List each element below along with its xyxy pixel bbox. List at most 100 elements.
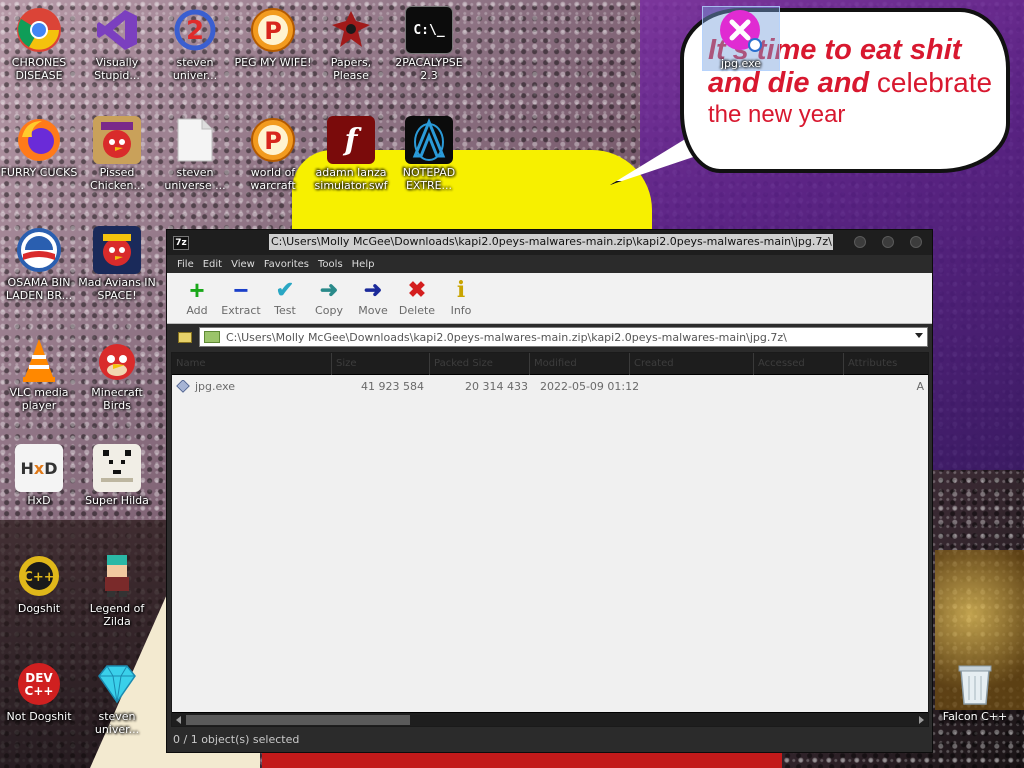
desktop-icon-2pacalypse[interactable]: C:\_ 2PACALYPSE 2.3 — [390, 6, 468, 82]
desktop-icon-label: Minecraft Birds — [91, 386, 143, 412]
delete-button[interactable]: ✖ Delete — [395, 277, 439, 318]
desktop-icon-dogshit[interactable]: C++ Dogshit — [0, 552, 78, 615]
column-attributes[interactable]: Attributes — [844, 353, 928, 375]
desktop-icon-papers-please[interactable]: Papers, Please — [312, 6, 390, 82]
pixel-cat-icon — [93, 444, 141, 492]
desktop-icon-minecraft-birds[interactable]: Minecraft Birds — [78, 336, 156, 412]
angry-birds-space-icon — [93, 226, 141, 274]
blank-file-icon — [171, 116, 219, 164]
maximize-button[interactable] — [882, 236, 894, 248]
column-size[interactable]: Size — [332, 353, 430, 375]
test-icon: ✔ — [275, 277, 295, 302]
desktop-icon-jpg-exe[interactable]: jpg.exe — [702, 6, 780, 71]
folder-up-button[interactable] — [171, 327, 199, 347]
desktop-icon-label: adamn lanza simulator.swf — [314, 166, 388, 192]
desktop-icon-world-of-warcraft[interactable]: P world of warcraft — [234, 116, 312, 192]
menu-favorites[interactable]: Favorites — [264, 259, 318, 270]
desktop-icon-visually-stupid[interactable]: Visually Stupid... — [78, 6, 156, 82]
table-row[interactable]: jpg.exe 41 923 584 20 314 433 2022-05-09… — [172, 377, 928, 395]
close-button[interactable] — [910, 236, 922, 248]
menu-help[interactable]: Help — [352, 259, 384, 270]
dev-cpp-icon: DEV C++ — [15, 660, 63, 708]
file-name: jpg.exe — [195, 379, 236, 393]
desktop-icon-osama[interactable]: OSAMA BIN LADEN BR... — [0, 226, 78, 302]
column-name[interactable]: Name — [172, 353, 332, 375]
info-button[interactable]: i Info — [439, 278, 483, 317]
column-created[interactable]: Created — [630, 353, 754, 375]
desktop-icon-label: PEG MY WIFE! — [234, 56, 312, 69]
desktop-icon-label: CHRONES DISEASE — [11, 56, 67, 82]
title-bar[interactable]: 7z C:\Users\Molly McGee\Downloads\kapi2.… — [167, 230, 932, 255]
move-label: Move — [358, 304, 388, 317]
desktop-icon-legend-of-zilda[interactable]: Legend of Zilda — [78, 552, 156, 628]
terminal-icon: C:\_ — [405, 6, 453, 54]
horizontal-scrollbar[interactable] — [172, 712, 928, 726]
desktop-icon-notepad-extreme[interactable]: NOTEPAD EXTRE... — [390, 116, 468, 192]
copy-button[interactable]: ➜ Copy — [307, 278, 351, 318]
desktop-icon-label: Mad Avians IN SPACE! — [78, 276, 156, 302]
desktop-icon-label: Pissed Chicken... — [90, 166, 144, 192]
sevenzip-window: 7z C:\Users\Molly McGee\Downloads\kapi2.… — [166, 229, 933, 753]
menu-edit[interactable]: Edit — [203, 259, 231, 270]
desktop-icon-peg-my-wife[interactable]: P PEG MY WIFE! — [234, 6, 312, 69]
desktop-icon-label: FURRY CUCKS — [0, 166, 78, 179]
desktop-icon-chrones-disease[interactable]: CHRONES DISEASE — [0, 6, 78, 82]
column-packed-size[interactable]: Packed Size — [430, 353, 530, 375]
minimize-button[interactable] — [854, 236, 866, 248]
delete-icon: ✖ — [407, 277, 427, 302]
address-field[interactable]: C:\Users\Molly McGee\Downloads\kapi2.0pe… — [199, 327, 928, 347]
firefox-icon — [15, 116, 63, 164]
error-x-icon — [717, 7, 765, 55]
desktop-icon-label: HxD — [27, 494, 51, 507]
scroll-right-icon[interactable] — [919, 716, 924, 724]
desktop-icon-not-dogshit[interactable]: DEV C++ Not Dogshit — [0, 660, 78, 723]
extract-label: Extract — [221, 304, 261, 317]
desktop-icon-label: world of warcraft — [250, 166, 296, 192]
app-icon: 7z — [173, 235, 189, 250]
chevron-down-icon[interactable] — [915, 333, 923, 338]
add-button[interactable]: + Add — [175, 275, 219, 317]
svg-text:C++: C++ — [23, 570, 54, 585]
scroll-left-icon[interactable] — [176, 716, 181, 724]
svg-text:P: P — [264, 127, 282, 155]
window-title: C:\Users\Molly McGee\Downloads\kapi2.0pe… — [269, 234, 833, 250]
desktop-icon-super-hilda[interactable]: Super Hilda — [78, 444, 156, 507]
desktop-icon-steven-universe-1[interactable]: 2 steven univer... — [156, 6, 234, 82]
file-modified: 2022-05-09 01:12 — [540, 379, 640, 393]
test-button[interactable]: ✔ Test — [263, 277, 307, 318]
column-accessed[interactable]: Accessed — [754, 353, 844, 375]
desktop-icon-label: steven univer... — [172, 56, 218, 82]
menu-file[interactable]: File — [177, 259, 203, 270]
visual-studio-icon — [93, 6, 141, 54]
desktop-icon-pissed-chicken[interactable]: Pissed Chicken... — [78, 116, 156, 192]
angry-birds-seasons-icon — [93, 116, 141, 164]
desktop-icon-vlc[interactable]: VLC media player — [0, 336, 78, 412]
menu-tools[interactable]: Tools — [318, 259, 352, 270]
desktop-icon-steven-universe-2[interactable]: steven universe ... — [156, 116, 234, 192]
list-header: Name Size Packed Size Modified Created A… — [172, 353, 928, 375]
flash-icon: f — [327, 116, 375, 164]
scrollbar-thumb[interactable] — [186, 715, 410, 725]
desktop-icon-mad-avians[interactable]: Mad Avians IN SPACE! — [78, 226, 156, 302]
desktop-icon-falcon-cpp[interactable]: Falcon C++ — [936, 660, 1014, 723]
desktop-icon-steven-universe-3[interactable]: steven univer... — [78, 660, 156, 736]
desktop-icon-label: NOTEPAD EXTRE... — [402, 166, 456, 192]
desktop-icon-furry-cucks[interactable]: FURRY CUCKS — [0, 116, 78, 179]
svg-text:P: P — [264, 17, 282, 45]
obama-logo-icon — [15, 226, 63, 274]
exe-file-icon — [176, 379, 190, 393]
extract-button[interactable]: − Extract — [219, 277, 263, 317]
add-icon: + — [189, 275, 205, 305]
delete-label: Delete — [398, 304, 436, 317]
column-modified[interactable]: Modified — [530, 353, 630, 375]
desktop-icon-label: steven universe ... — [164, 166, 226, 192]
menu-view[interactable]: View — [231, 259, 264, 270]
recycle-bin-icon — [951, 660, 999, 708]
file-size: 41 923 584 — [361, 379, 424, 393]
desktop-icon-flash-swf[interactable]: f adamn lanza simulator.swf — [312, 116, 390, 192]
desktop-icon-label: VLC media player — [9, 386, 69, 412]
desktop-icon-hxd[interactable]: HxD HxD — [0, 444, 78, 507]
move-button[interactable]: ➜ Move — [351, 278, 395, 318]
folder-icon — [204, 331, 220, 343]
bubble-line-2a: and die and — [708, 67, 870, 100]
